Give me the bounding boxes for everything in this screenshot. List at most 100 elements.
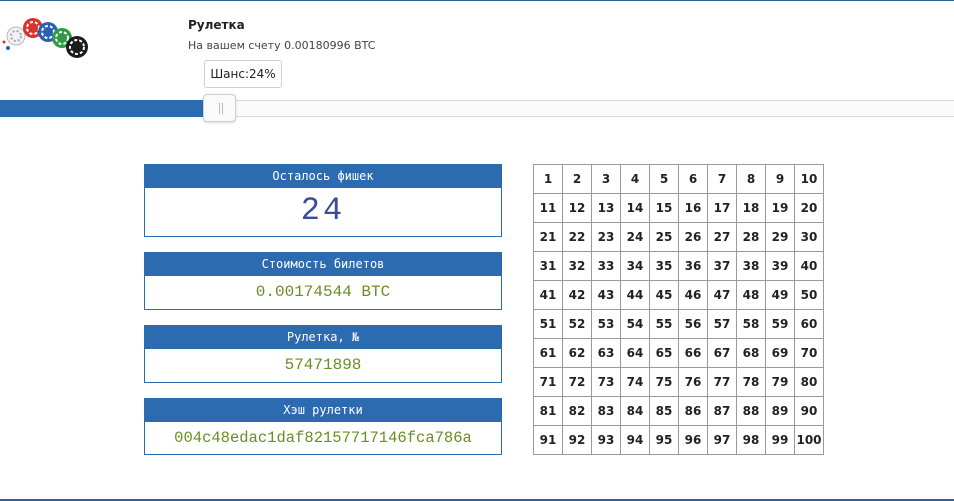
number-cell[interactable]: 52	[563, 310, 592, 339]
number-cell[interactable]: 80	[795, 368, 824, 397]
number-cell[interactable]: 100	[795, 426, 824, 455]
number-cell[interactable]: 18	[737, 194, 766, 223]
number-cell[interactable]: 57	[708, 310, 737, 339]
number-cell[interactable]: 81	[534, 397, 563, 426]
number-cell[interactable]: 74	[621, 368, 650, 397]
number-cell[interactable]: 25	[650, 223, 679, 252]
number-cell[interactable]: 46	[679, 281, 708, 310]
number-cell[interactable]: 84	[621, 397, 650, 426]
number-cell[interactable]: 19	[766, 194, 795, 223]
number-cell[interactable]: 36	[679, 252, 708, 281]
number-cell[interactable]: 93	[592, 426, 621, 455]
number-cell[interactable]: 34	[621, 252, 650, 281]
number-cell[interactable]: 78	[737, 368, 766, 397]
number-cell[interactable]: 42	[563, 281, 592, 310]
number-cell[interactable]: 29	[766, 223, 795, 252]
number-cell[interactable]: 7	[708, 165, 737, 194]
number-cell[interactable]: 15	[650, 194, 679, 223]
number-cell[interactable]: 9	[766, 165, 795, 194]
number-cell[interactable]: 16	[679, 194, 708, 223]
number-cell[interactable]: 30	[795, 223, 824, 252]
number-cell[interactable]: 53	[592, 310, 621, 339]
number-cell[interactable]: 20	[795, 194, 824, 223]
number-cell[interactable]: 35	[650, 252, 679, 281]
number-cell[interactable]: 94	[621, 426, 650, 455]
number-cell[interactable]: 76	[679, 368, 708, 397]
number-cell[interactable]: 85	[650, 397, 679, 426]
number-cell[interactable]: 8	[737, 165, 766, 194]
number-cell[interactable]: 58	[737, 310, 766, 339]
number-cell[interactable]: 43	[592, 281, 621, 310]
number-cell[interactable]: 1	[534, 165, 563, 194]
number-cell[interactable]: 79	[766, 368, 795, 397]
number-cell[interactable]: 98	[737, 426, 766, 455]
number-cell[interactable]: 73	[592, 368, 621, 397]
number-cell[interactable]: 47	[708, 281, 737, 310]
number-cell[interactable]: 68	[737, 339, 766, 368]
number-cell[interactable]: 86	[679, 397, 708, 426]
number-cell[interactable]: 69	[766, 339, 795, 368]
number-cell[interactable]: 37	[708, 252, 737, 281]
number-cell[interactable]: 65	[650, 339, 679, 368]
number-cell[interactable]: 24	[621, 223, 650, 252]
number-cell[interactable]: 97	[708, 426, 737, 455]
number-cell[interactable]: 2	[563, 165, 592, 194]
number-cell[interactable]: 38	[737, 252, 766, 281]
number-cell[interactable]: 21	[534, 223, 563, 252]
number-cell[interactable]: 51	[534, 310, 563, 339]
number-cell[interactable]: 3	[592, 165, 621, 194]
number-cell[interactable]: 96	[679, 426, 708, 455]
number-cell[interactable]: 56	[679, 310, 708, 339]
number-cell[interactable]: 60	[795, 310, 824, 339]
number-cell[interactable]: 27	[708, 223, 737, 252]
number-cell[interactable]: 49	[766, 281, 795, 310]
number-cell[interactable]: 62	[563, 339, 592, 368]
number-cell[interactable]: 90	[795, 397, 824, 426]
number-cell[interactable]: 13	[592, 194, 621, 223]
number-cell[interactable]: 40	[795, 252, 824, 281]
number-cell[interactable]: 39	[766, 252, 795, 281]
number-cell[interactable]: 87	[708, 397, 737, 426]
number-cell[interactable]: 41	[534, 281, 563, 310]
number-cell[interactable]: 64	[621, 339, 650, 368]
number-cell[interactable]: 89	[766, 397, 795, 426]
number-cell[interactable]: 5	[650, 165, 679, 194]
number-cell[interactable]: 67	[708, 339, 737, 368]
chance-slider-handle[interactable]	[203, 94, 236, 122]
number-cell[interactable]: 99	[766, 426, 795, 455]
number-cell[interactable]: 4	[621, 165, 650, 194]
number-cell[interactable]: 95	[650, 426, 679, 455]
number-cell[interactable]: 50	[795, 281, 824, 310]
number-cell[interactable]: 10	[795, 165, 824, 194]
number-cell[interactable]: 59	[766, 310, 795, 339]
number-cell[interactable]: 82	[563, 397, 592, 426]
number-cell[interactable]: 91	[534, 426, 563, 455]
number-cell[interactable]: 63	[592, 339, 621, 368]
number-cell[interactable]: 11	[534, 194, 563, 223]
number-cell[interactable]: 44	[621, 281, 650, 310]
number-cell[interactable]: 88	[737, 397, 766, 426]
number-cell[interactable]: 26	[679, 223, 708, 252]
number-cell[interactable]: 33	[592, 252, 621, 281]
number-cell[interactable]: 48	[737, 281, 766, 310]
number-cell[interactable]: 92	[563, 426, 592, 455]
number-cell[interactable]: 71	[534, 368, 563, 397]
number-cell[interactable]: 66	[679, 339, 708, 368]
number-cell[interactable]: 77	[708, 368, 737, 397]
number-cell[interactable]: 23	[592, 223, 621, 252]
number-cell[interactable]: 12	[563, 194, 592, 223]
number-cell[interactable]: 45	[650, 281, 679, 310]
number-cell[interactable]: 28	[737, 223, 766, 252]
number-cell[interactable]: 55	[650, 310, 679, 339]
number-cell[interactable]: 54	[621, 310, 650, 339]
number-cell[interactable]: 83	[592, 397, 621, 426]
number-cell[interactable]: 31	[534, 252, 563, 281]
number-cell[interactable]: 32	[563, 252, 592, 281]
number-cell[interactable]: 6	[679, 165, 708, 194]
number-cell[interactable]: 14	[621, 194, 650, 223]
number-cell[interactable]: 22	[563, 223, 592, 252]
number-cell[interactable]: 72	[563, 368, 592, 397]
number-cell[interactable]: 70	[795, 339, 824, 368]
number-cell[interactable]: 17	[708, 194, 737, 223]
number-cell[interactable]: 75	[650, 368, 679, 397]
